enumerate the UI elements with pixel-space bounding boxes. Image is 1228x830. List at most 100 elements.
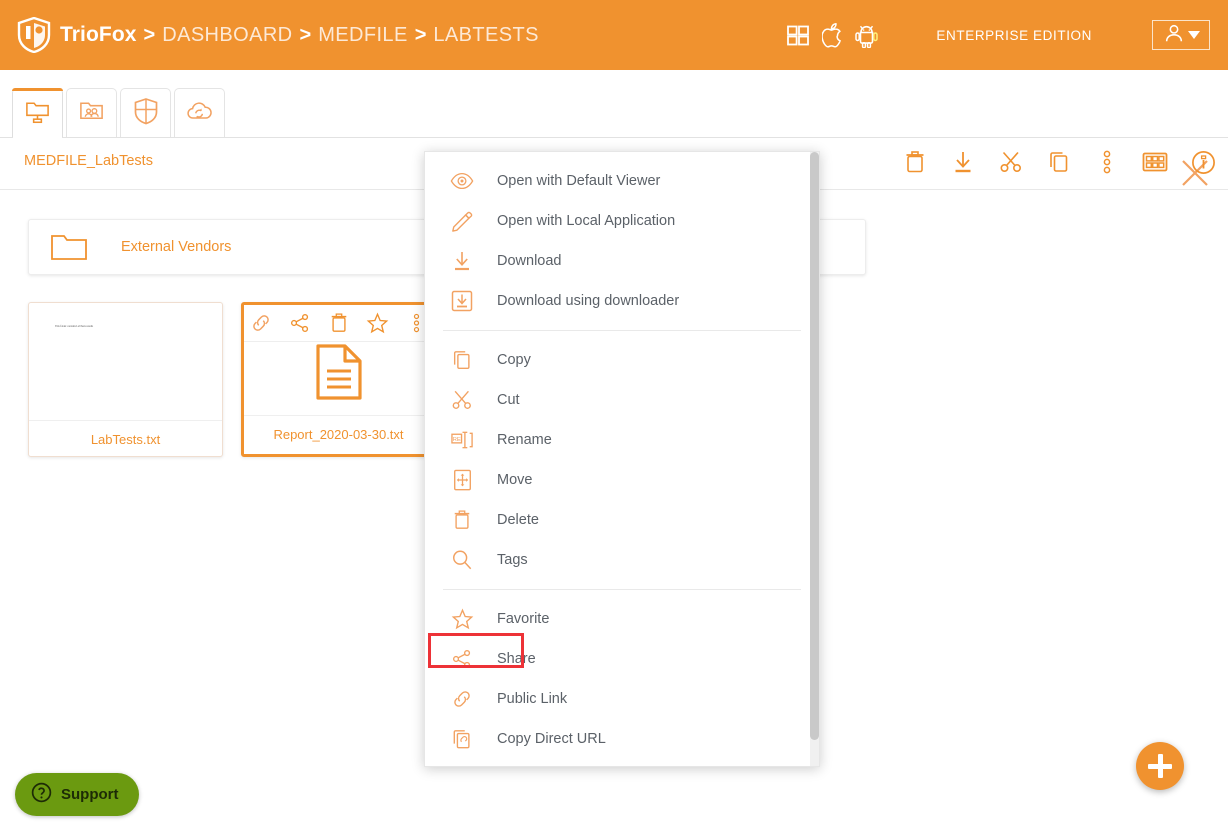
menu-item-label: Public Link [497,691,568,707]
file-tile-report[interactable]: Report_2020-03-30.txt [241,302,436,457]
menu-item-download[interactable]: Download [425,241,819,281]
file-tile-labtests[interactable]: This folder contains LabTests results La… [28,302,223,457]
tab-my-network-folders[interactable] [12,88,63,138]
breadcrumb-separator-1: > [143,23,156,46]
context-menu: Open with Default Viewer Open with Local… [424,151,820,767]
tab-security[interactable] [120,88,171,137]
menu-item-label: Open with Default Viewer [497,173,661,189]
tab-bar [0,70,1228,186]
context-menu-scrollbar[interactable] [810,152,819,766]
scrollbar-thumb[interactable] [810,152,819,740]
rename-icon: RE [449,430,475,450]
cloud-sync-icon [185,99,215,128]
more-button[interactable] [1094,149,1120,175]
copy-link-icon [449,728,475,750]
menu-item-open-with-default-viewer[interactable]: Open with Default Viewer [425,161,819,201]
tile-hover-toolbar [244,305,433,342]
link-icon [449,688,475,710]
menu-separator-2 [443,589,801,590]
grid-view-button[interactable] [1142,149,1168,175]
pencil-icon [449,210,475,232]
platform-download-icons [786,22,879,48]
star-icon[interactable] [366,311,390,335]
menu-item-label: Tags [497,552,528,568]
android-icon[interactable] [855,23,879,48]
breadcrumb-medfile[interactable]: MEDFILE [318,24,407,47]
trash-icon[interactable] [327,311,351,335]
menu-item-label: Open with Local Application [497,213,676,229]
menu-item-label: Download [497,253,562,269]
eye-icon [449,172,475,190]
tab-team-folders[interactable] [66,88,117,137]
menu-item-label: Delete [497,512,539,528]
menu-separator-1 [443,330,801,331]
download-button[interactable] [950,149,976,175]
menu-item-label: Rename [497,432,552,448]
download-icon [449,250,475,272]
menu-item-download-using-downloader[interactable]: Download using downloader [425,281,819,321]
scissors-icon [449,389,475,411]
magnifier-icon [449,549,475,571]
file-name-label: LabTests.txt [29,420,222,456]
breadcrumb-separator-3: > [414,23,427,46]
menu-item-tags[interactable]: Tags [425,540,819,580]
user-avatar-icon [1163,22,1185,49]
tab-list [12,88,225,138]
triofox-shield-logo-icon[interactable] [14,15,54,55]
file-name-label: Report_2020-03-30.txt [244,415,433,452]
breadcrumb-dashboard[interactable]: DASHBOARD [162,24,292,47]
tab-cloud-sync[interactable] [174,88,225,137]
menu-item-cut[interactable]: Cut [425,380,819,420]
menu-item-move[interactable]: Move [425,460,819,500]
file-thumbnail: This folder contains LabTests results [29,303,222,420]
thumbnail-preview-text: This folder contains LabTests results [55,325,94,328]
share-nodes-icon [449,648,475,670]
cut-button[interactable] [998,149,1024,175]
menu-item-label: Copy Direct URL [497,731,606,747]
app-header: TrioFox > DASHBOARD > MEDFILE > LABTESTS [0,0,1228,70]
menu-item-label: Cut [497,392,520,408]
copy-icon [449,349,475,371]
shield-icon [133,97,159,130]
breadcrumb-labtests[interactable]: LABTESTS [433,24,538,47]
network-folder-icon [24,97,51,129]
edition-label: ENTERPRISE EDITION [936,27,1092,43]
delete-button[interactable] [902,149,928,175]
folder-icon [49,232,89,262]
add-button[interactable] [1136,742,1184,790]
file-tile-grid: This folder contains LabTests results La… [28,302,436,457]
menu-item-copy[interactable]: Copy [425,340,819,380]
star-icon [449,608,475,630]
menu-item-public-link[interactable]: Public Link [425,679,819,719]
brand-name: TrioFox [60,23,137,46]
menu-item-copy-direct-url[interactable]: Copy Direct URL [425,719,819,759]
copy-button[interactable] [1046,149,1072,175]
question-circle-icon [31,782,52,807]
chevron-down-icon [1187,31,1200,39]
move-icon [449,469,475,491]
toolbar-actions [902,149,1216,175]
menu-item-label: Download using downloader [497,293,680,309]
context-menu-items: Open with Default Viewer Open with Local… [425,152,819,759]
share-nodes-icon[interactable] [288,311,312,335]
link-icon[interactable] [249,311,273,335]
apple-icon[interactable] [822,22,843,48]
menu-item-open-with-local-application[interactable]: Open with Local Application [425,201,819,241]
support-button[interactable]: Support [15,773,139,816]
menu-item-label: Move [497,472,533,488]
breadcrumb-separator-2: > [299,23,312,46]
current-path-label: MEDFILE_LabTests [24,153,153,169]
menu-item-share[interactable]: Share [425,633,819,679]
user-menu-button[interactable] [1152,20,1210,50]
menu-item-delete[interactable]: Delete [425,500,819,540]
menu-item-label: Copy [497,352,531,368]
windows-icon[interactable] [786,23,810,47]
trash-icon [449,509,475,531]
download-box-icon [449,290,475,312]
menu-item-favorite[interactable]: Favorite [425,599,819,639]
menu-item-rename[interactable]: RE Rename [425,420,819,460]
folder-name-label: External Vendors [121,239,232,255]
support-label: Support [61,786,119,803]
menu-item-label: Favorite [497,611,550,627]
info-button[interactable] [1190,149,1216,175]
